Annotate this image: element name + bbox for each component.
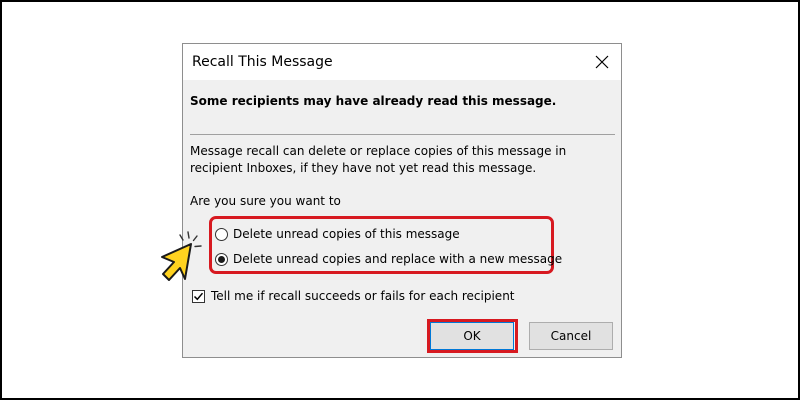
option-delete-unread[interactable]: Delete unread copies of this message bbox=[215, 227, 460, 241]
notify-recall-checkbox-row[interactable]: Tell me if recall succeeds or fails for … bbox=[192, 289, 515, 303]
dialog-title: Recall This Message bbox=[192, 54, 333, 70]
title-bar: Recall This Message bbox=[183, 44, 621, 80]
notify-recall-checkbox[interactable] bbox=[192, 289, 205, 303]
radio-delete-unread[interactable] bbox=[215, 227, 228, 241]
hand-pointer-icon bbox=[161, 231, 202, 281]
option-delete-unread-label: Delete unread copies of this message bbox=[233, 227, 460, 241]
option-delete-and-replace-label: Delete unread copies and replace with a … bbox=[233, 252, 563, 266]
description-text: Message recall can delete or replace cop… bbox=[190, 144, 567, 175]
separator bbox=[190, 134, 615, 135]
notify-recall-label: Tell me if recall succeeds or fails for … bbox=[211, 289, 515, 303]
close-button[interactable] bbox=[589, 49, 615, 75]
warning-text: Some recipients may have already read th… bbox=[190, 94, 557, 108]
cancel-button[interactable]: Cancel bbox=[529, 322, 613, 350]
checkmark-icon bbox=[193, 292, 204, 300]
radio-delete-and-replace[interactable] bbox=[215, 252, 228, 266]
option-delete-and-replace[interactable]: Delete unread copies and replace with a … bbox=[215, 252, 562, 266]
confirm-prompt: Are you sure you want to bbox=[190, 194, 341, 208]
recall-message-dialog: Recall This Message Some recipients may … bbox=[182, 43, 622, 358]
ok-button[interactable]: OK bbox=[430, 322, 514, 350]
close-icon bbox=[595, 55, 609, 69]
